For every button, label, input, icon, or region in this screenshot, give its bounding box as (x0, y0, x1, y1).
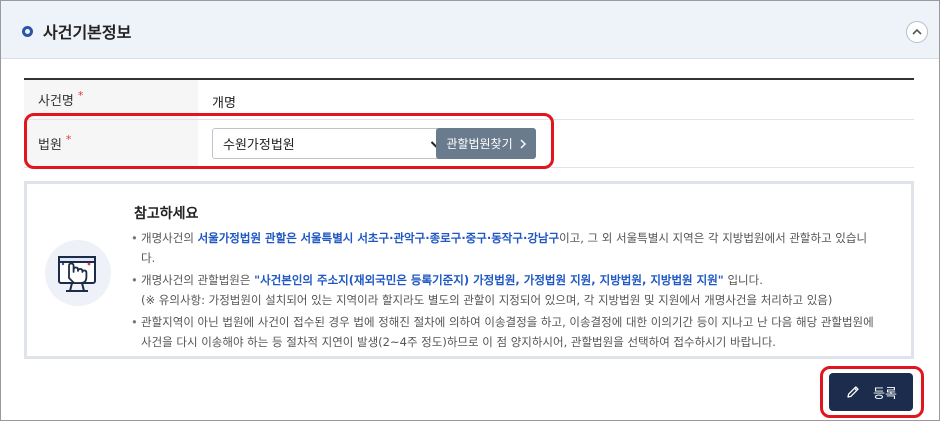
court-row: 법원 * 수원가정법원 관할법원찾기 (24, 120, 914, 168)
case-name-label: 사건명 * (24, 80, 198, 119)
notice-highlight: "사건본인의 주소지(재외국민은 등록기준지) 가정법원, 가정법원 지원, 지… (254, 273, 724, 287)
pencil-icon (847, 386, 859, 398)
register-button[interactable]: 등록 (829, 373, 913, 411)
section-title: 사건기본정보 (43, 23, 132, 42)
notice-item: 개명사건의 서울가정법원 관할은 서울특별시 서초구·관악구·종로구·중구·동작… (131, 228, 891, 270)
ring-icon (22, 26, 33, 37)
notice-item: 개명사건의 관할법원은 "사건본인의 주소지(재외국민은 등록기준지) 가정법원… (131, 270, 891, 312)
notice-box: 참고하세요 개명사건의 서울가정법원 관할은 서울특별시 서초구·관악구·종로구… (24, 181, 914, 359)
find-court-button[interactable]: 관할법원찾기 (436, 128, 536, 159)
notice-item: 관할지역이 아닌 법원에 사건이 접수된 경우 법에 정해진 절차에 의하여 이… (131, 312, 891, 352)
notice-text: 다. (141, 251, 156, 265)
notice-highlight: 서울가정법원 관할은 (197, 231, 297, 245)
notice-title: 참고하세요 (134, 206, 199, 222)
notice-text: (※ 유의사항: 가정법원이 설치되어 있는 지역이라 할지라도 별도의 관할이… (141, 293, 833, 307)
notice-list: 개명사건의 서울가정법원 관할은 서울특별시 서초구·관악구·종로구·중구·동작… (131, 228, 891, 352)
notice-text: 개명사건의 관할법원은 (141, 273, 255, 287)
chevron-right-icon (520, 139, 526, 148)
court-select[interactable]: 수원가정법원 (212, 128, 452, 159)
required-mark: * (77, 89, 84, 102)
notice-text: 개명사건의 (141, 231, 198, 245)
register-button-label: 등록 (873, 386, 897, 402)
case-name-label-text: 사건명 (38, 94, 74, 109)
notice-text: 이고, 그 외 서울특별시 지역은 각 지방법원에서 관할하고 있습니 (559, 231, 868, 245)
touch-screen-icon (45, 240, 111, 306)
court-label: 법원 * (24, 120, 198, 167)
case-info-form: 사건명 * 개명 법원 * 수원가정법원 관할법원찾기 (24, 78, 914, 168)
court-select-value: 수원가정법원 (223, 138, 295, 153)
notice-text: 사건을 다시 이송해야 하는 등 절차적 지연이 발생(2~4주 정도)하므로 … (141, 335, 776, 349)
collapse-button[interactable] (906, 21, 928, 43)
section-header: 사건기본정보 (1, 1, 939, 59)
case-name-row: 사건명 * 개명 (24, 80, 914, 120)
court-label-text: 법원 (38, 138, 62, 153)
notice-text: 입니다. (723, 273, 763, 287)
find-court-button-label: 관할법원찾기 (446, 137, 513, 151)
notice-text: 관할지역이 아닌 법원에 사건이 접수된 경우 법에 정해진 절차에 의하여 이… (141, 315, 874, 329)
required-mark: * (65, 133, 72, 146)
notice-highlight: 서울특별시 서초구·관악구·종로구·중구·동작구·강남구 (300, 231, 560, 245)
case-name-value: 개명 (212, 96, 236, 111)
chevron-up-icon (912, 28, 922, 35)
